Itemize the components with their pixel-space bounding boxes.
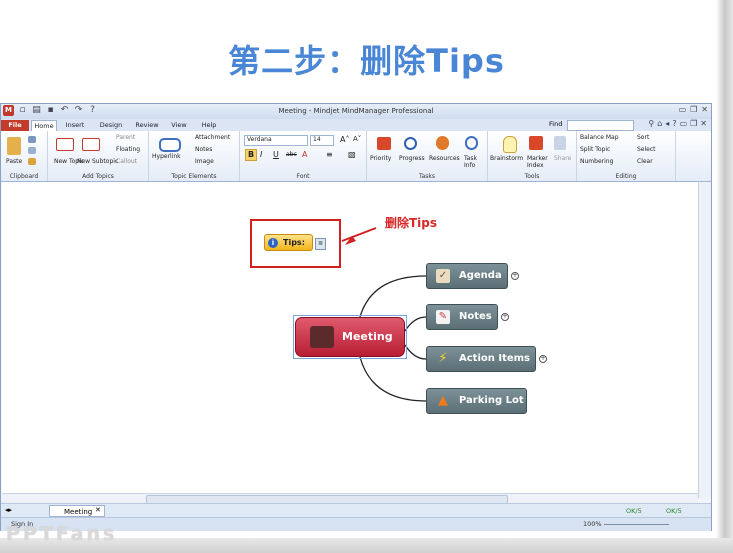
expand-agenda-icon[interactable]: +: [511, 272, 519, 280]
tips-label: Tips:: [283, 238, 305, 247]
topic-action-items[interactable]: ⚡ Action Items: [426, 346, 536, 372]
notepad-icon: ✎: [436, 310, 450, 324]
slide-shadow-right: [716, 0, 733, 553]
expand-notes-icon[interactable]: +: [501, 313, 509, 321]
expand-action-items-icon[interactable]: +: [539, 355, 547, 363]
connector-lines: [341, 227, 427, 402]
clipboard-icon: ✓: [436, 269, 450, 283]
traffic-cone-icon: ▲: [438, 393, 448, 408]
topic-notes[interactable]: ✎ Notes: [426, 304, 498, 330]
topic-label: Agenda: [459, 270, 502, 281]
central-topic[interactable]: Meeting: [293, 315, 407, 359]
central-topic-label: Meeting: [342, 330, 393, 343]
topic-parking-lot[interactable]: ▲ Parking Lot: [426, 388, 527, 414]
tips-topic[interactable]: i Tips:: [264, 234, 313, 251]
topic-agenda[interactable]: ✓ Agenda: [426, 263, 508, 289]
topic-label: Action Items: [459, 353, 531, 364]
topic-label: Parking Lot: [459, 395, 524, 406]
lightning-icon: ⚡: [438, 351, 448, 366]
note-icon[interactable]: ≣: [315, 238, 326, 250]
meeting-people-icon: [310, 326, 334, 348]
watermark: PPTFans: [6, 523, 118, 545]
info-icon: i: [268, 238, 278, 248]
topic-label: Notes: [459, 311, 492, 322]
annotation-label: 删除Tips: [385, 216, 438, 230]
